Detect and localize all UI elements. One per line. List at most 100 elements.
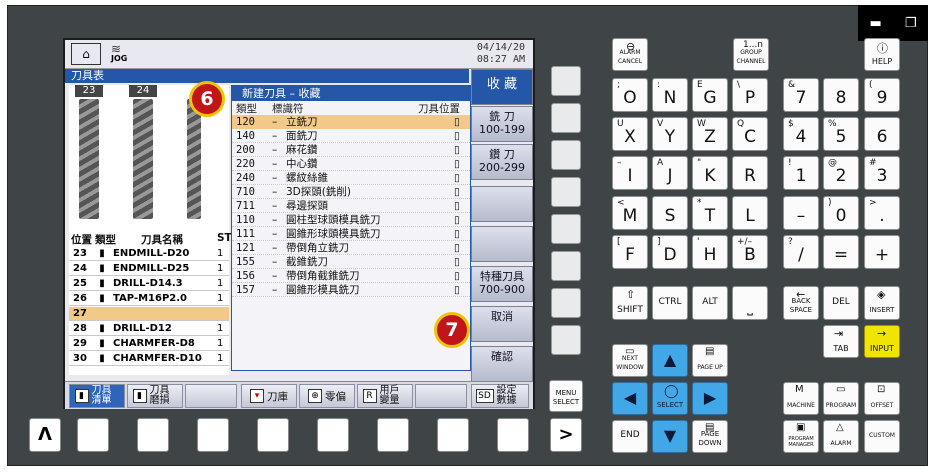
restore-icon[interactable]: ❐: [905, 16, 917, 31]
key-L[interactable]: L: [732, 196, 768, 230]
softkey-empty[interactable]: [185, 384, 237, 408]
horizontal-softkey-button[interactable]: [437, 418, 469, 452]
tool-type-row[interactable]: 710 –3D探頭(銑削) ▯: [232, 185, 470, 199]
table-row[interactable]: 27: [69, 307, 229, 321]
horizontal-softkey-button[interactable]: [377, 418, 409, 452]
table-row[interactable]: 23 ▮ ENDMILL-D20 1: [69, 247, 229, 261]
softkey-setting-data[interactable]: SD 設定數據: [471, 384, 529, 408]
softkey-user-variables[interactable]: R 用戶變量: [357, 384, 413, 408]
side-button[interactable]: [551, 251, 581, 281]
backspace-key[interactable]: ← BACK SPACE: [783, 286, 819, 320]
delete-key[interactable]: DEL: [823, 286, 859, 320]
space-key[interactable]: ⎵: [732, 286, 768, 320]
horizontal-softkey-button[interactable]: [497, 418, 529, 452]
key-4[interactable]: $4: [783, 117, 819, 151]
vertical-softkey[interactable]: [471, 186, 533, 222]
softkey-empty[interactable]: [415, 384, 467, 408]
tab-key[interactable]: ⇥ TAB: [823, 325, 859, 358]
tool-type-row[interactable]: 200 – 麻花鑽 ▯: [232, 143, 470, 157]
key-6[interactable]: 6: [864, 117, 900, 151]
key-5[interactable]: % 5: [823, 117, 859, 151]
tool-type-row[interactable]: 157 – 圓錐形模具銑刀 ▯: [232, 283, 470, 297]
key-0[interactable]: ) 0: [823, 196, 859, 230]
side-button[interactable]: [551, 288, 581, 318]
key-/[interactable]: ? /: [783, 235, 819, 269]
vertical-softkey[interactable]: 銑 刀 100-199: [471, 106, 533, 142]
program-manager-key[interactable]: ▣ PROGRAM MANAGER: [783, 420, 819, 453]
key-T[interactable]: * T: [692, 196, 728, 230]
key-D[interactable]: ] D: [652, 235, 688, 269]
custom-key[interactable]: CUSTOM: [864, 420, 900, 453]
alarm-key[interactable]: △ ALARM: [823, 420, 859, 453]
input-key[interactable]: → INPUT: [864, 325, 900, 358]
table-row[interactable]: 30 ▮ CHARMFER-D10 1: [69, 352, 229, 366]
tool-type-row[interactable]: 156 – 帶倒角截錐銑刀 ▯: [232, 269, 470, 283]
tool-type-row[interactable]: 711 – 尋邊探頭 ▯: [232, 199, 470, 213]
key-1[interactable]: ! 1: [783, 156, 819, 190]
side-button[interactable]: [551, 177, 581, 207]
key-K[interactable]: " K: [692, 156, 728, 190]
horizontal-softkey-button[interactable]: [197, 418, 229, 452]
side-button[interactable]: [551, 66, 581, 96]
key-Z[interactable]: WZ: [692, 117, 728, 151]
key-I[interactable]: – I: [612, 156, 648, 190]
table-row[interactable]: 25 ▮ DRILL-D14.3 1: [69, 277, 229, 291]
key-B[interactable]: +/– B: [732, 235, 768, 269]
key-2[interactable]: @2: [823, 156, 859, 190]
table-row[interactable]: 26 ▮ TAP-M16P2.0 1: [69, 292, 229, 306]
key-F[interactable]: [F: [612, 235, 648, 269]
key-+[interactable]: +: [864, 235, 900, 269]
key-8[interactable]: 8: [823, 78, 859, 112]
alarm-cancel-key[interactable]: ⊖ ALARM CANCEL: [612, 38, 648, 71]
key-7[interactable]: & 7: [783, 78, 819, 112]
side-button[interactable]: [551, 325, 581, 355]
key-–[interactable]: –: [783, 196, 819, 230]
horizontal-softkey-button[interactable]: [77, 418, 109, 452]
vertical-softkey[interactable]: 鑽 刀 200-299: [471, 144, 533, 180]
softkey-tool-wear[interactable]: ▮ 刀具磨損: [127, 384, 183, 408]
page-up-key[interactable]: ▤ PAGE UP: [692, 344, 728, 377]
tool-type-row[interactable]: 120 – 立銑刀 ▯: [232, 115, 470, 129]
key-R[interactable]: R: [732, 156, 768, 190]
select-key[interactable]: ◯ SELECT: [652, 382, 688, 415]
key-H[interactable]: ' H: [692, 235, 728, 269]
tool-type-row[interactable]: 110 – 圓柱型球頭模具銑刀 ▯: [232, 213, 470, 227]
tool-type-row[interactable]: 121 – 帶倒角立銑刀 ▯: [232, 241, 470, 255]
next-window-key[interactable]: ▭ NEXT WINDOW: [612, 344, 648, 377]
minimize-icon[interactable]: ▬: [870, 16, 882, 31]
shift-key[interactable]: ⇧ SHIFT: [612, 286, 648, 320]
tool-type-row[interactable]: 220 – 中心鑽 ▯: [232, 157, 470, 171]
tool-type-row[interactable]: 140 – 面銑刀 ▯: [232, 129, 470, 143]
vertical-softkey[interactable]: 確認: [471, 346, 533, 382]
side-button[interactable]: [551, 103, 581, 133]
vertical-softkey[interactable]: 收 藏: [471, 69, 533, 105]
ctrl-key[interactable]: CTRL: [652, 286, 688, 320]
menu-select-key[interactable]: MENU SELECT: [549, 380, 583, 412]
softkey-magazine[interactable]: ▾ 刀庫: [241, 384, 297, 408]
key-3[interactable]: #3: [864, 156, 900, 190]
vertical-softkey[interactable]: 特種刀具 700-900: [471, 266, 533, 302]
key-dot[interactable]: >.: [864, 196, 900, 230]
key-M[interactable]: < M: [612, 196, 648, 230]
insert-key[interactable]: ◈ INSERT: [864, 286, 900, 320]
table-row[interactable]: 24 ▮ ENDMILL-D25 1: [69, 262, 229, 276]
softkey-tool-list[interactable]: ▮ 刀具清單: [69, 384, 125, 408]
horizontal-softkey-button[interactable]: [137, 418, 169, 452]
machine-key[interactable]: M MACHINE: [783, 382, 819, 415]
key-9[interactable]: (9: [864, 78, 900, 112]
side-button[interactable]: [551, 214, 581, 244]
arrow-right-key[interactable]: ▶: [692, 382, 728, 415]
key-S[interactable]: S: [652, 196, 688, 230]
key-=[interactable]: =: [823, 235, 859, 269]
help-key[interactable]: ⓘ HELP: [864, 38, 900, 71]
group-channel-key[interactable]: 1...n GROUP CHANNEL: [733, 38, 769, 71]
tool-type-row[interactable]: 111 – 圓錐形球頭模具銑刀 ▯: [232, 227, 470, 241]
program-key[interactable]: ▭ PROGRAM: [823, 382, 859, 415]
softkey-zero-offset[interactable]: ⊕ 零偏: [299, 384, 355, 408]
key-N[interactable]: :N: [652, 78, 688, 112]
key-Y[interactable]: VY: [652, 117, 688, 151]
offset-key[interactable]: ⊡ OFFSET: [864, 382, 900, 415]
tool-type-row[interactable]: 240 – 螺紋絲錐 ▯: [232, 171, 470, 185]
arrow-down-key[interactable]: ▼: [652, 420, 688, 453]
page-down-key[interactable]: ▤ PAGE DOWN: [692, 420, 728, 453]
